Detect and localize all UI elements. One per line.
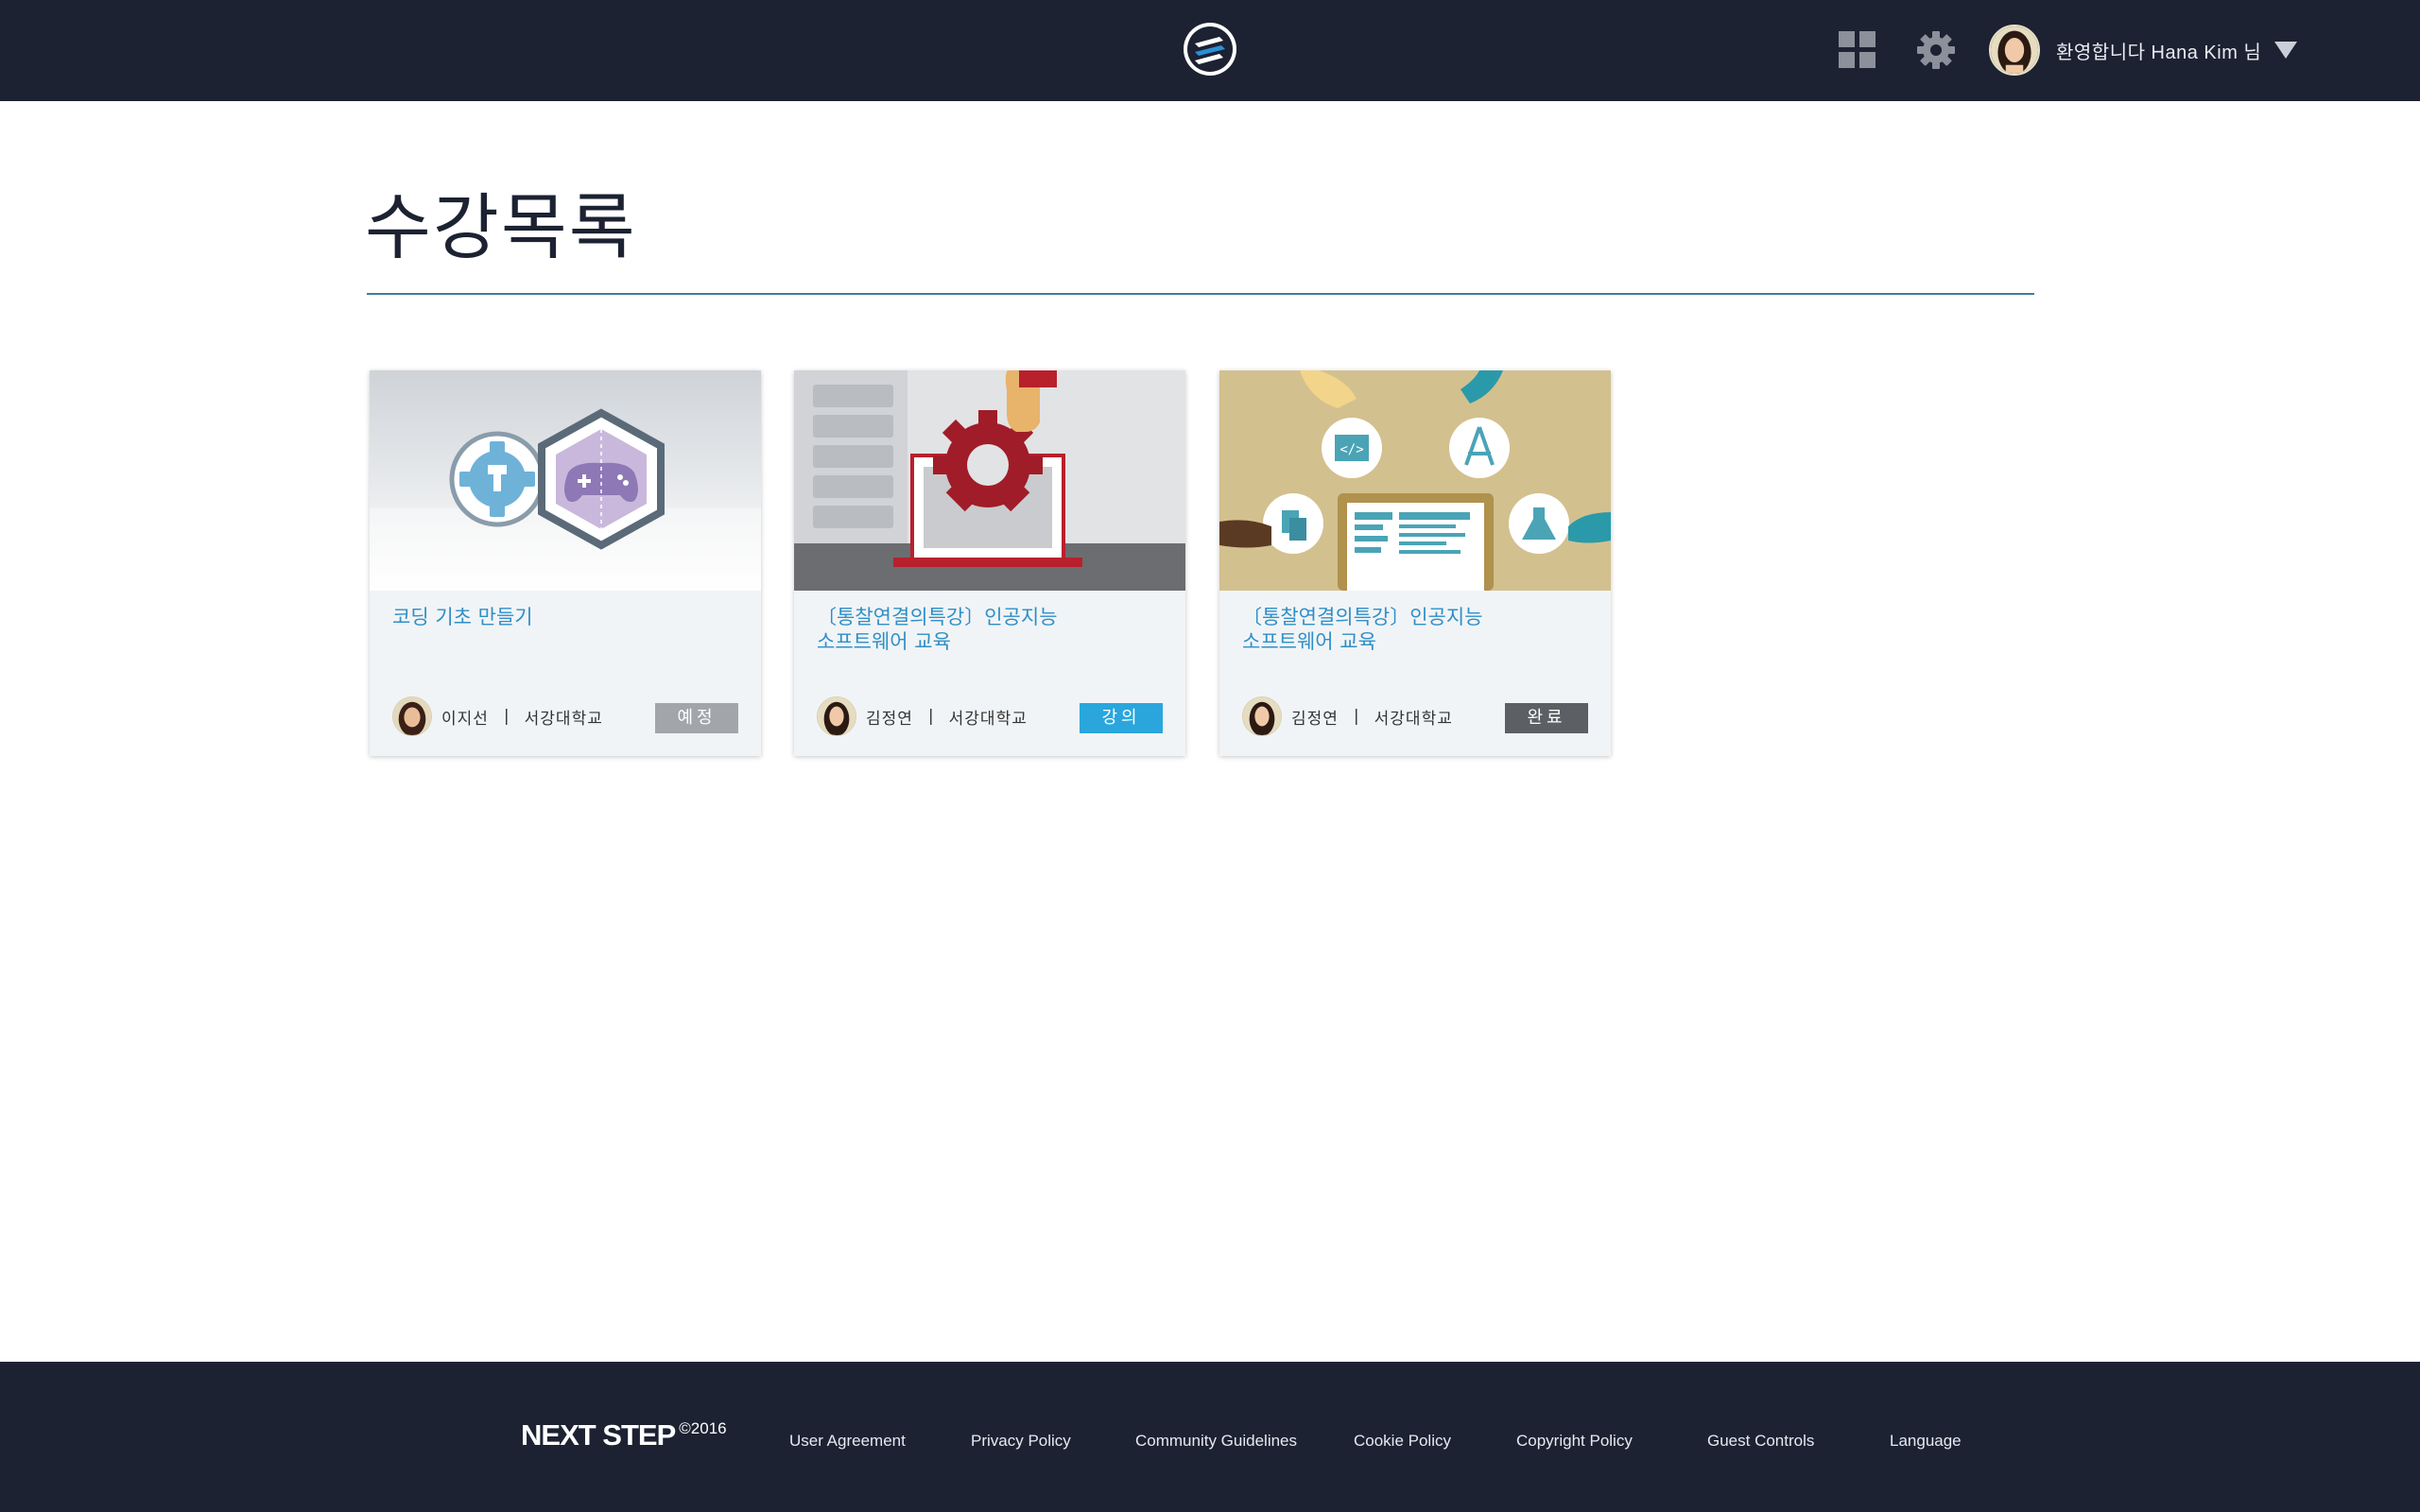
course-card[interactable]: 코딩 기초 만들기 이지선 | 서강대학교 예정 (370, 370, 761, 756)
instructor-name: 김정연 (866, 709, 913, 729)
course-thumbnail-collaboration-icon: </> (1219, 370, 1611, 591)
instructor-name: 김정연 (1291, 709, 1339, 729)
footer-link-language[interactable]: Language (1890, 1432, 1962, 1451)
user-avatar (1989, 25, 2040, 76)
instructor-name: 이지선 (441, 709, 489, 729)
course-thumbnail-gamepad-icon (370, 370, 761, 591)
grid-apps-icon[interactable] (1839, 31, 1876, 69)
instructor-avatar (1242, 696, 1282, 736)
footer-copyright: ©2016 (679, 1419, 727, 1437)
footer-brand: NEXT STEP ©2016 (521, 1418, 727, 1452)
course-card[interactable]: </> 〔통찰연결의특강〕인공지능 소프트웨어 교육 김정연 | 서강대학교 완… (1219, 370, 1611, 756)
school-name: 서강대학교 (948, 709, 1028, 729)
course-title[interactable]: 〔통찰연결의특강〕인공지능 소프트웨어 교육 (1242, 605, 1592, 654)
welcome-text: 환영합니다 Hana Kim 님 (2056, 42, 2262, 63)
next-step-logo-icon[interactable] (1182, 21, 1238, 77)
school-name: 서강대학교 (524, 709, 603, 729)
footer-link-user-agreement[interactable]: User Agreement (789, 1432, 906, 1451)
course-title[interactable]: 〔통찰연결의특강〕인공지능 소프트웨어 교육 (817, 605, 1167, 654)
user-menu[interactable]: 환영합니다 Hana Kim 님 (1989, 25, 2298, 76)
course-card[interactable]: 〔통찰연결의특강〕인공지능 소프트웨어 교육 김정연 | 서강대학교 강의 (794, 370, 1185, 756)
top-navigation-bar: 환영합니다 Hana Kim 님 (0, 0, 2420, 101)
status-badge: 완료 (1505, 703, 1588, 733)
page-title: 수강목록 (365, 185, 637, 269)
gear-icon[interactable] (1916, 30, 1956, 70)
course-title[interactable]: 코딩 기초 만들기 (392, 605, 742, 629)
status-badge: 강의 (1080, 703, 1163, 733)
footer-brand-name: NEXT STEP (521, 1418, 676, 1452)
course-meta: 김정연 | 서강대학교 완료 (1242, 696, 1588, 736)
footer-link-community-guidelines[interactable]: Community Guidelines (1135, 1432, 1297, 1451)
title-divider (367, 293, 2034, 295)
school-name: 서강대학교 (1374, 709, 1453, 729)
footer-link-copyright-policy[interactable]: Copyright Policy (1516, 1432, 1633, 1451)
footer-link-guest-controls[interactable]: Guest Controls (1707, 1432, 1814, 1451)
meta-separator: | (1353, 707, 1359, 726)
footer: NEXT STEP ©2016 User Agreement Privacy Po… (0, 1362, 2420, 1512)
footer-link-privacy-policy[interactable]: Privacy Policy (971, 1432, 1071, 1451)
instructor-avatar (392, 696, 432, 736)
meta-separator: | (927, 707, 934, 726)
course-meta: 이지선 | 서강대학교 예정 (392, 696, 738, 736)
svg-text:</>: </> (1340, 442, 1363, 457)
course-thumbnail-laptop-gear-icon (794, 370, 1185, 591)
meta-separator: | (503, 707, 510, 726)
footer-link-cookie-policy[interactable]: Cookie Policy (1354, 1432, 1451, 1451)
chevron-down-icon[interactable] (2274, 42, 2298, 59)
status-badge: 예정 (655, 703, 738, 733)
course-meta: 김정연 | 서강대학교 강의 (817, 696, 1163, 736)
instructor-avatar (817, 696, 856, 736)
